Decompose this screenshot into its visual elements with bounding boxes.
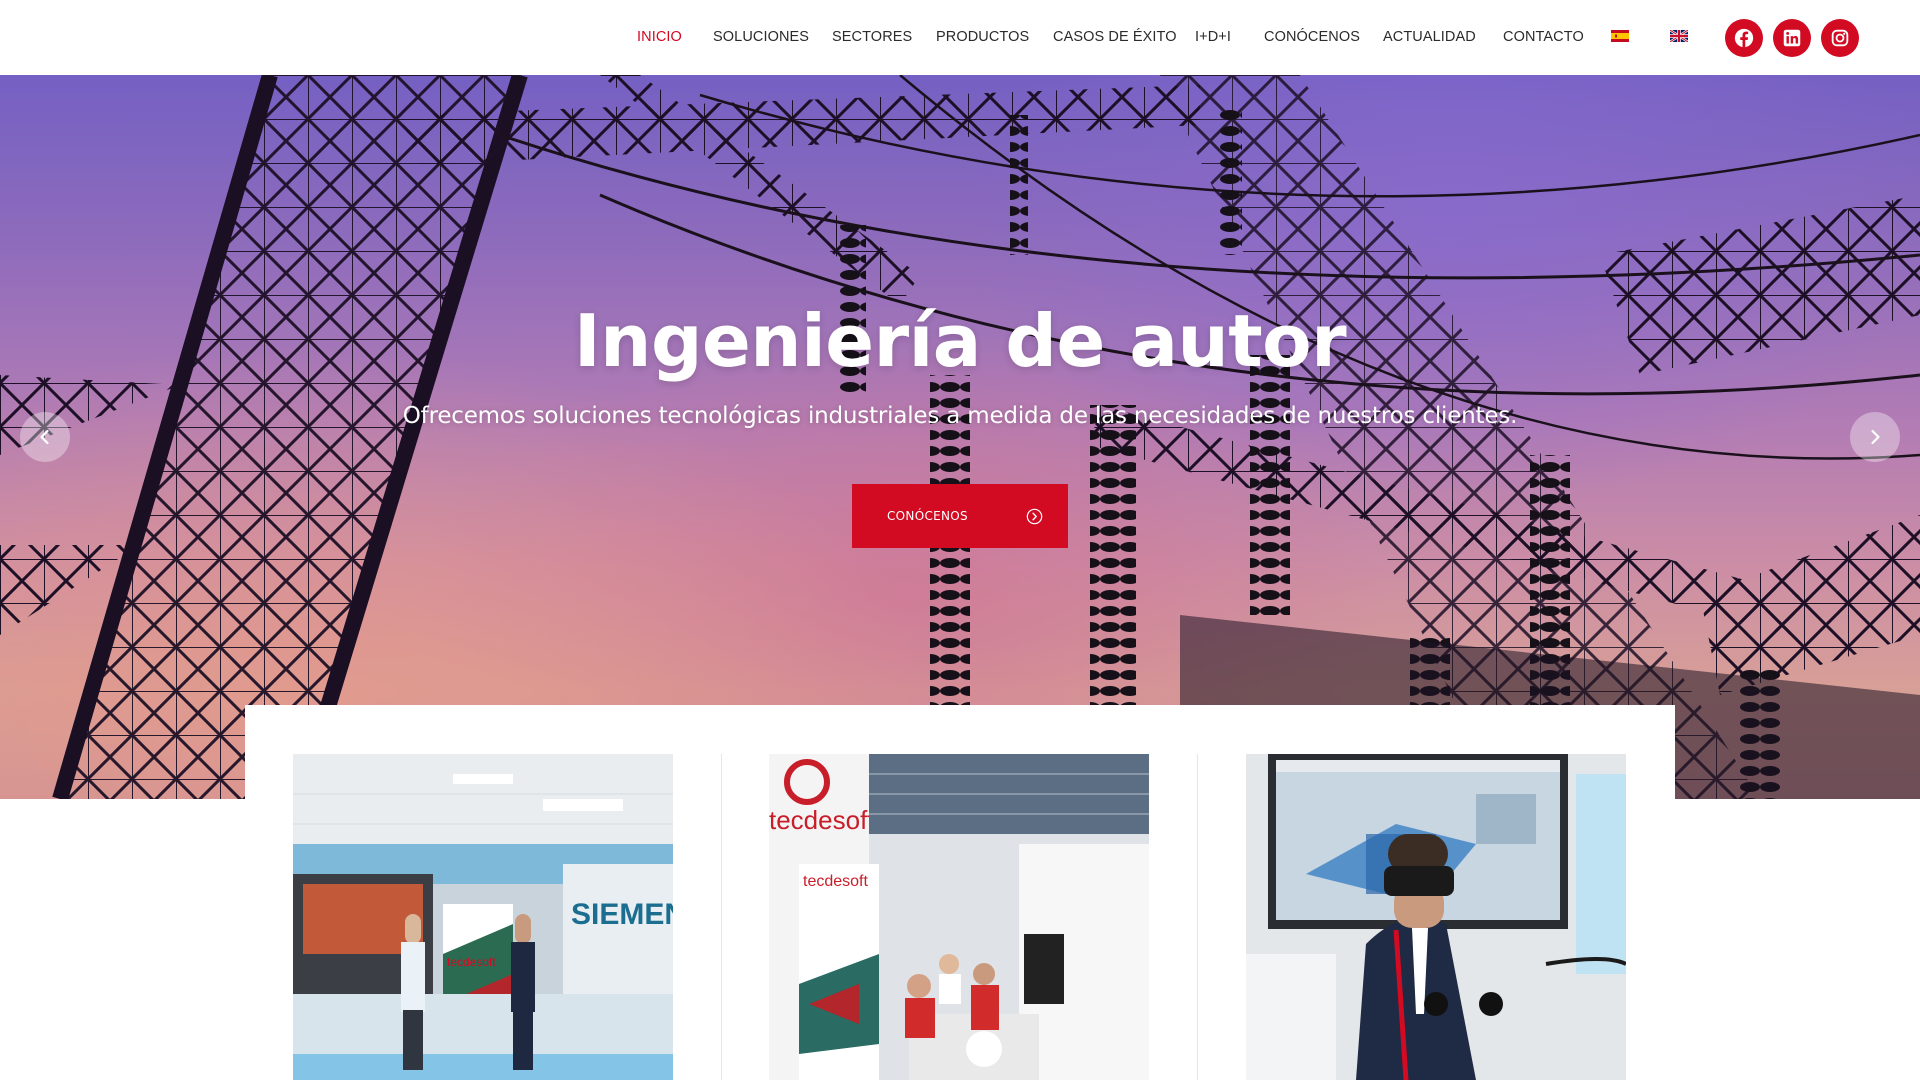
nav-item-idi[interactable]: I+D+I [1195,28,1231,46]
hero-subtitle: Ofrecemos soluciones tecnológicas indust… [402,403,1518,429]
card-image-siemens-showroom[interactable]: SIEMEN tecdesoft [293,754,673,1080]
slider-prev-button[interactable] [20,412,70,462]
hero-overlay [0,75,1920,799]
card-divider [721,754,722,1080]
linkedin-icon[interactable] [1773,19,1811,57]
facebook-icon[interactable] [1725,19,1763,57]
siemens-sign-text: SIEMEN [571,898,673,931]
nav-item-productos[interactable]: PRODUCTOS [936,28,1029,46]
nav-item-sectores[interactable]: SECTORES [832,28,912,46]
nav-item-contacto[interactable]: CONTACTO [1503,28,1584,46]
roll-up-banner-text: tecdesoft [803,873,868,890]
siemens-showroom-photo: SIEMEN tecdesoft [293,754,673,1080]
main-navigation: INICIO SOLUCIONES SECTORES PRODUCTOS CAS… [0,0,1920,75]
instagram-icon[interactable] [1821,19,1859,57]
hero-slider: Ingeniería de autor Ofrecemos soluciones… [0,75,1920,799]
nav-item-conocenos[interactable]: CONÓCENOS [1264,28,1360,46]
chevron-right-icon [1871,429,1880,445]
hero-title: Ingeniería de autor [573,299,1347,383]
chevron-left-icon [40,429,49,445]
nav-item-casos-de-exito[interactable]: CASOS DE ÉXITO [1053,28,1177,46]
card-image-vr-demo[interactable] [1246,754,1626,1080]
tecdesoft-banner-text: tecdesoft [447,955,496,969]
vr-headset-demo-photo [1246,754,1626,1080]
uk-flag-icon[interactable] [1670,30,1688,42]
slider-next-button[interactable] [1850,412,1900,462]
nav-item-inicio[interactable]: INICIO [637,28,682,46]
card-divider [1197,754,1198,1080]
cta-label: CONÓCENOS [887,509,968,523]
nav-item-actualidad[interactable]: ACTUALIDAD [1383,28,1476,46]
tecdesoft-trade-fair-stand-photo: tecdesoft tecdesoft [769,754,1149,1080]
conocenos-cta-button[interactable]: CONÓCENOS [852,484,1068,548]
nav-item-soluciones[interactable]: SOLUCIONES [713,28,809,46]
card-image-trade-fair-stand[interactable]: tecdesoft tecdesoft [769,754,1149,1080]
spain-flag-icon[interactable] [1611,30,1629,42]
trade-fair-sign-text: tecdesoft [769,805,875,835]
site-header: INICIO SOLUCIONES SECTORES PRODUCTOS CAS… [0,0,1920,75]
arrow-circle-right-icon [1026,508,1043,525]
